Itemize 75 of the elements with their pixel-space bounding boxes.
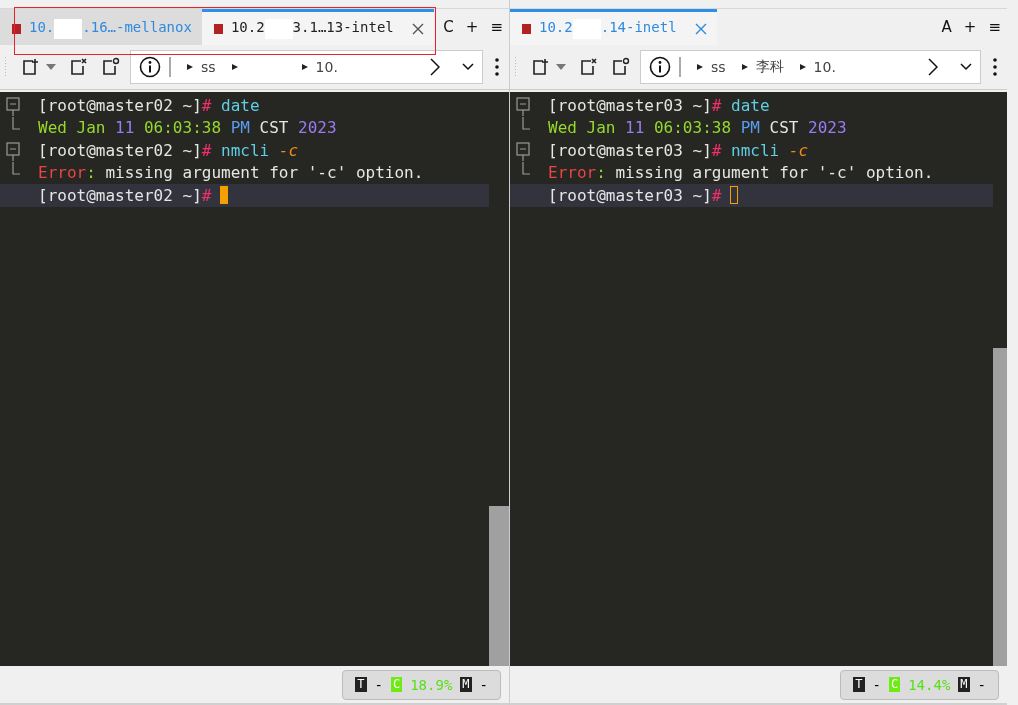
terminal-line: Wed Jan 11 06:03:38 PM CST 2023 (38, 118, 337, 138)
triangle-icon (301, 64, 308, 70)
breadcrumb-item[interactable]: ss (711, 59, 726, 75)
status-value: - (374, 676, 383, 693)
terminal-icon (213, 23, 223, 34)
new-tab-icon[interactable] (530, 57, 550, 77)
status-badge: M (958, 677, 970, 692)
terminal-line: Error: missing argument for '-c' option. (38, 163, 424, 183)
chevron-down-icon[interactable] (960, 63, 972, 71)
status-value: - (977, 676, 986, 693)
fold-end-icon (522, 116, 530, 130)
tab-title: 10.2 .14-inetl (539, 18, 677, 39)
tab-bar-button[interactable]: A (935, 9, 958, 45)
tab-bar-button[interactable]: ≡ (484, 9, 509, 45)
breadcrumb-item[interactable]: ss (201, 59, 216, 75)
duplicate-tab-icon[interactable] (610, 57, 630, 77)
fold-icon[interactable] (516, 139, 530, 161)
new-tab-icon[interactable] (20, 57, 40, 77)
more-icon[interactable] (495, 58, 499, 76)
status-badge: C (390, 677, 403, 692)
status-badge: T (853, 677, 865, 692)
status-value: - (872, 676, 881, 693)
triangle-icon (697, 64, 703, 70)
duplicate-tab-icon[interactable] (100, 57, 120, 77)
terminal-line: [root@master03 ~]# date (548, 95, 770, 115)
terminal-line: [root@master03 ~]# (548, 185, 722, 205)
breadcrumb-item[interactable]: 10. (315, 59, 338, 75)
tab-bar-button[interactable]: ≡ (982, 9, 1007, 45)
info-icon[interactable] (139, 56, 161, 78)
breadcrumb-item[interactable]: 10. (813, 59, 836, 75)
chevron-right-icon[interactable] (430, 58, 440, 76)
close-tab-icon[interactable] (578, 57, 598, 77)
terminal-icon (522, 23, 531, 34)
fold-end-icon (12, 116, 20, 130)
caret-icon[interactable] (556, 64, 566, 70)
triangle-icon (187, 64, 193, 70)
tab-bar-button[interactable]: + (459, 9, 485, 45)
breadcrumb-item[interactable]: 李科 (755, 58, 784, 76)
chevron-down-icon[interactable] (462, 63, 474, 71)
status-value: - (479, 676, 488, 693)
status-badge: C (888, 677, 901, 692)
chevron-right-icon[interactable] (928, 58, 938, 76)
triangle-icon (741, 64, 748, 70)
fold-end-icon (12, 161, 20, 175)
close-tab-icon[interactable] (68, 57, 88, 77)
terminal-line: [root@master02 ~]# (38, 185, 212, 205)
terminal-icon (12, 23, 21, 34)
fold-icon[interactable] (6, 94, 20, 116)
fold-icon[interactable] (516, 94, 530, 116)
close-icon[interactable] (694, 22, 707, 35)
caret-icon[interactable] (46, 64, 56, 70)
status-badge: M (460, 677, 472, 692)
terminal-line: [root@master03 ~]# nmcli -c (548, 140, 809, 160)
tab[interactable]: 10.2 3.1…13-intel (201, 9, 434, 45)
fold-icon[interactable] (6, 139, 20, 161)
terminal-line: Error: missing argument for '-c' option. (548, 163, 934, 183)
close-icon[interactable] (411, 22, 424, 35)
terminal-line: [root@master02 ~]# date (38, 95, 260, 115)
cpu-value: 14.4% (908, 676, 951, 693)
cpu-value: 18.9% (410, 676, 453, 693)
breadcrumb-field[interactable]: ss 李科 10. (640, 50, 981, 84)
drag-handle[interactable] (514, 56, 518, 78)
tab-title: 10. .16…-mellanox (29, 18, 192, 39)
breadcrumb-field[interactable]: ss 10. (130, 50, 483, 84)
tab-bar-button[interactable]: + (957, 9, 983, 45)
drag-handle[interactable] (4, 56, 8, 78)
tab-bar-button[interactable]: C (437, 9, 460, 45)
tab-title: 10.2 3.1…13-intel (230, 18, 394, 39)
terminal-line: Wed Jan 11 06:03:38 PM CST 2023 (548, 118, 847, 138)
triangle-icon (799, 64, 806, 70)
terminal-line: [root@master02 ~]# nmcli -c (38, 140, 299, 160)
status-badge: T (355, 677, 367, 692)
more-icon[interactable] (993, 58, 997, 76)
fold-end-icon (522, 161, 530, 175)
info-icon[interactable] (649, 56, 671, 78)
